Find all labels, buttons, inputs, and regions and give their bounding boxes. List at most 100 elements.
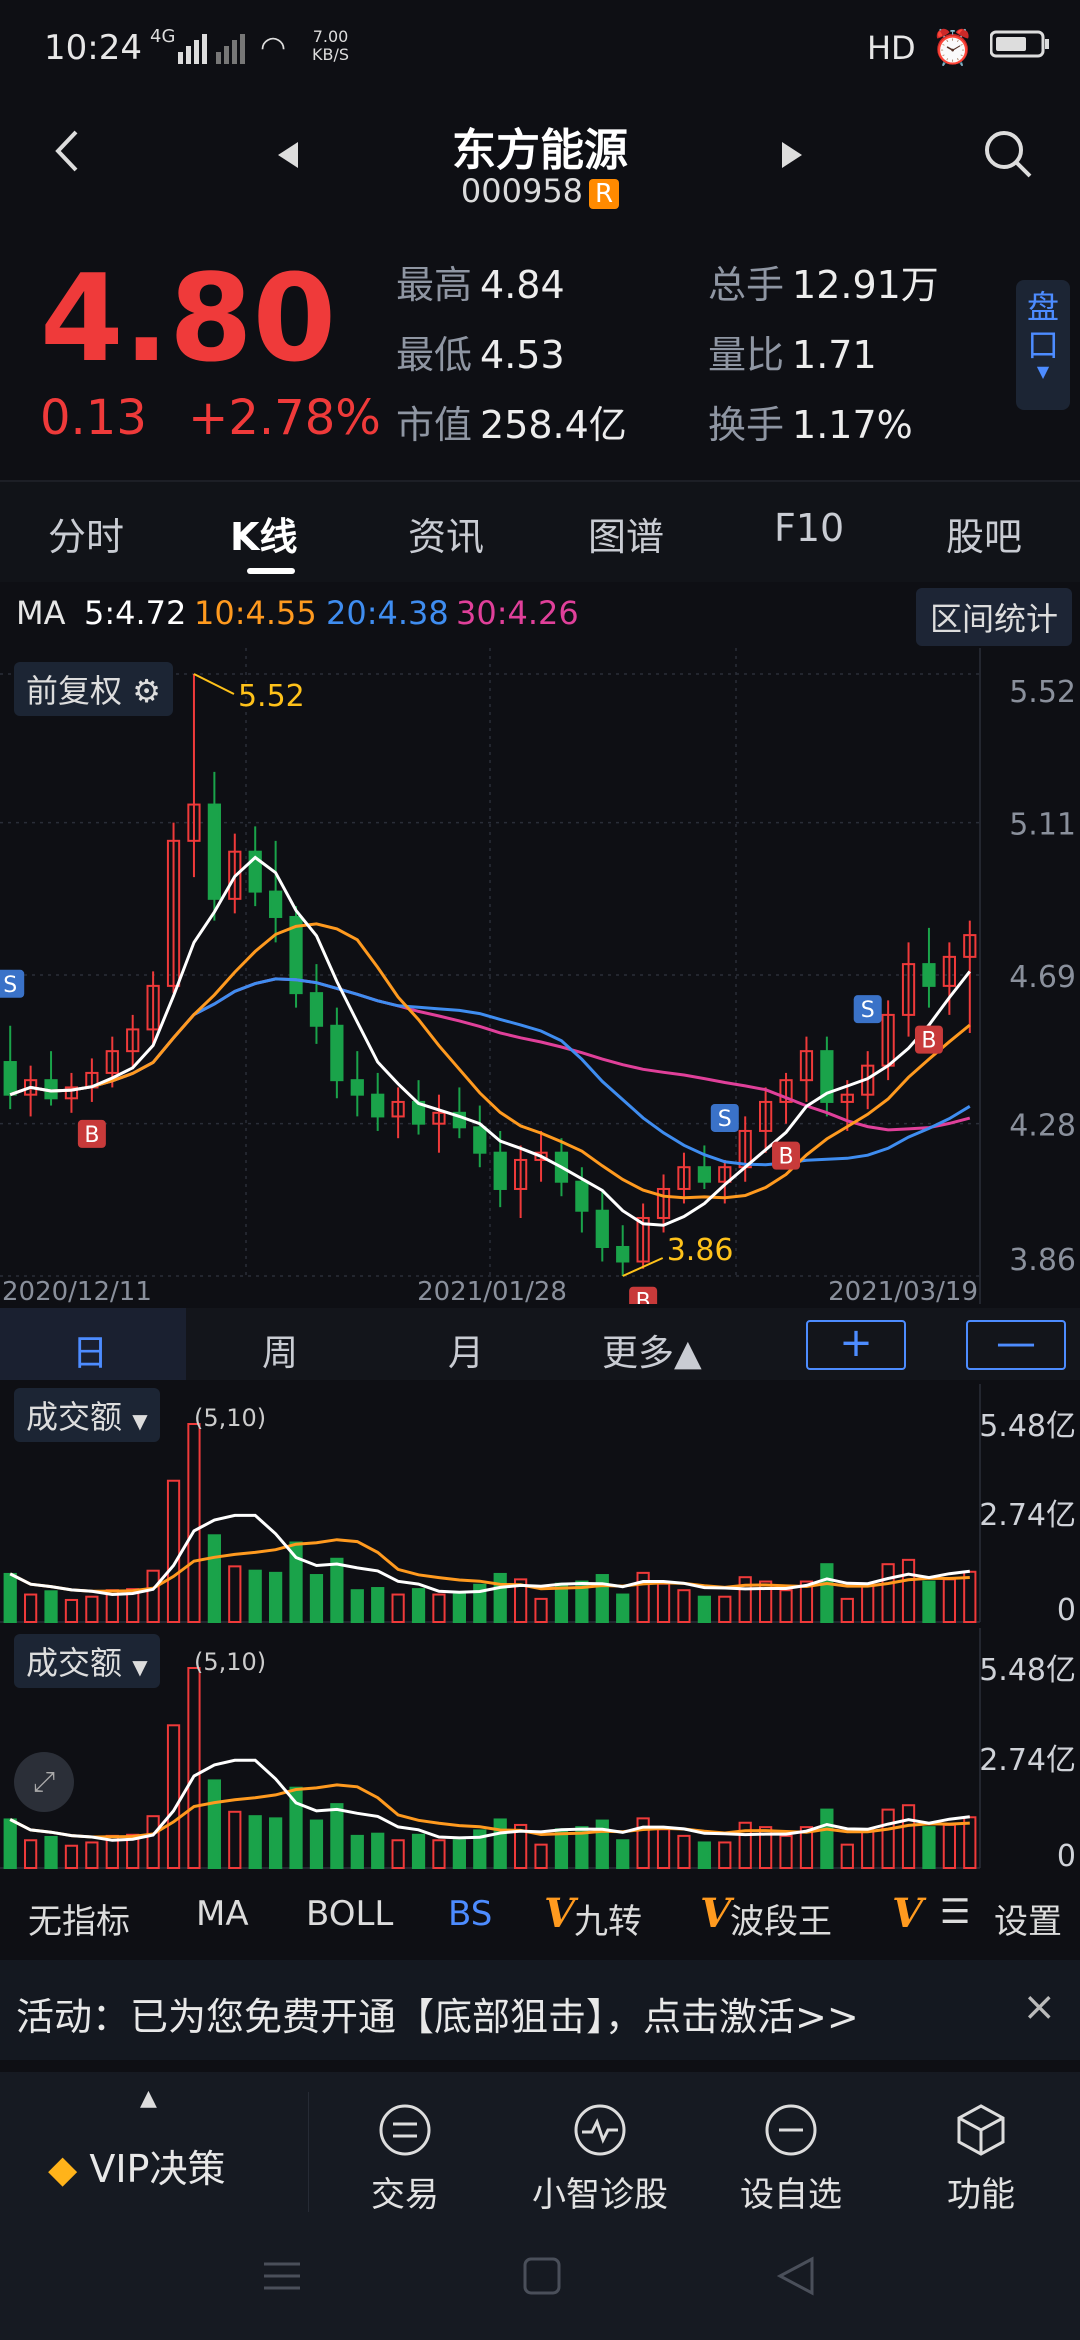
volume-bar xyxy=(187,1667,201,1869)
volume-bar xyxy=(350,1834,364,1869)
volume-bar xyxy=(881,1808,895,1869)
high-pointer xyxy=(193,673,235,695)
volume-bar xyxy=(228,1565,242,1623)
candle xyxy=(371,1093,385,1118)
settings-icon[interactable]: ☰ xyxy=(940,1892,970,1932)
tab-fenshi[interactable]: 分时 xyxy=(48,506,124,561)
stock-name: 东方能源 xyxy=(452,125,628,176)
gear-icon: ⚙ xyxy=(132,672,161,710)
indicator-bs[interactable]: BS xyxy=(448,1894,492,1934)
turnover-field: 换手 1.17% xyxy=(708,394,913,449)
candle xyxy=(473,1126,487,1154)
indicator-none[interactable]: 无指标 xyxy=(28,1894,130,1943)
net-speed: 7.00 KB/S xyxy=(312,28,349,64)
volume-bar xyxy=(616,1593,630,1623)
vol-tick-label: 5.48亿 xyxy=(979,1653,1076,1688)
volume-params-1: (5,10) xyxy=(194,1404,267,1432)
volume-bar xyxy=(942,1578,956,1623)
ma5-value: 5:4.72 xyxy=(84,594,187,632)
volume-bar xyxy=(309,1819,324,1870)
candle xyxy=(595,1209,609,1248)
pankou-label: 盘口 xyxy=(1026,288,1059,364)
search-icon[interactable] xyxy=(982,128,1034,184)
tab-f10[interactable]: F10 xyxy=(774,506,844,550)
y-tick-label: 4.28 xyxy=(1009,1109,1076,1144)
volume-bar xyxy=(64,1598,79,1623)
indicator-boduan[interactable]: 波段王 xyxy=(730,1894,832,1943)
range-stats-button[interactable]: 区间统计 xyxy=(915,588,1072,646)
candle xyxy=(922,963,936,987)
caret-down-icon: ▼ xyxy=(132,1655,148,1679)
volume-label-2: 成交额 xyxy=(26,1644,123,1682)
menu-icon[interactable] xyxy=(262,2256,302,2306)
vol-tick-label: 0 xyxy=(1057,1839,1076,1872)
kline-chart[interactable]: 5.52 5.11 4.69 4.28 3.86 5.52 3.86 2020/12/11 20… xyxy=(0,648,1080,1304)
zoom-out-button[interactable]: — xyxy=(966,1320,1066,1370)
volume-bar xyxy=(595,1574,609,1623)
next-stock-icon[interactable] xyxy=(780,140,804,174)
volume-bar xyxy=(207,1779,221,1869)
volume-bar xyxy=(309,1574,324,1623)
volume-chart-1[interactable]: 5.48亿 2.74亿 0 xyxy=(0,1384,1080,1626)
volume-bar xyxy=(269,1571,283,1623)
indicator-boll[interactable]: BOLL xyxy=(306,1894,393,1934)
indicator-ma[interactable]: MA xyxy=(196,1894,249,1934)
current-price: 4.80 xyxy=(40,250,337,389)
back-nav-icon[interactable] xyxy=(776,2256,816,2306)
activity-banner[interactable]: 活动：已为您免费开通【底部狙击】，点击激活>> × xyxy=(0,1960,1080,2060)
volume-selector-2[interactable]: 成交额 ▼ xyxy=(14,1634,160,1688)
stock-header: 东方能源 000958 R xyxy=(0,110,1080,250)
stock-code: 000958 xyxy=(460,172,584,210)
nav-diagnose[interactable]: 小智诊股 xyxy=(520,2102,680,2216)
period-day[interactable]: 日 xyxy=(72,1324,108,1376)
nav-trade[interactable]: 交易 xyxy=(340,2102,470,2216)
buy-marker-label: B xyxy=(84,1123,99,1148)
volume-bar xyxy=(146,1569,160,1624)
period-more[interactable]: 更多▲ xyxy=(602,1324,702,1376)
adjust-label: 前复权 xyxy=(26,672,123,710)
buy-marker-label: B xyxy=(778,1145,793,1170)
volume-params-2: (5,10) xyxy=(194,1648,267,1676)
volume-chart-2[interactable]: 5.48亿 2.74亿 0 xyxy=(0,1628,1080,1872)
volume-bar xyxy=(697,1841,711,1870)
mcap-label: 市值 xyxy=(396,403,473,447)
ratio-field: 量比 1.71 xyxy=(708,324,877,379)
volume-bar xyxy=(24,1839,38,1869)
nav-trade-label: 交易 xyxy=(371,2175,439,2215)
pankou-button[interactable]: 盘口 ▼ xyxy=(1016,280,1070,410)
tab-news[interactable]: 资讯 xyxy=(408,506,484,561)
nav-functions[interactable]: 功能 xyxy=(916,2102,1046,2216)
volume-bar xyxy=(64,1844,79,1870)
close-icon[interactable]: × xyxy=(1022,1984,1056,2030)
period-week[interactable]: 周 xyxy=(262,1324,298,1376)
nav-vip[interactable]: ◆ VIP决策 xyxy=(48,2138,225,2193)
expand-icon[interactable]: ⤢ xyxy=(14,1752,74,1812)
tab-kline[interactable]: K线 xyxy=(230,506,297,561)
vol-tick-label: 2.74亿 xyxy=(979,1498,1076,1533)
status-time: 10:24 xyxy=(44,28,142,68)
status-right: HD ⏰ xyxy=(867,28,1050,68)
volume-bar xyxy=(718,1841,732,1870)
volume-selector-1[interactable]: 成交额 ▼ xyxy=(14,1388,160,1442)
nav-watchlist[interactable]: 设自选 xyxy=(726,2102,856,2216)
volume-bar xyxy=(779,1589,793,1623)
ma10-value: 10:4.55 xyxy=(194,594,317,632)
indicator-settings[interactable]: 设置 xyxy=(994,1894,1062,1943)
volume-bar xyxy=(452,1839,466,1869)
zoom-in-button[interactable]: + xyxy=(806,1320,906,1370)
period-month[interactable]: 月 xyxy=(448,1324,484,1376)
system-nav xyxy=(0,2222,1080,2340)
adjust-selector[interactable]: 前复权 ⚙ xyxy=(14,662,173,716)
volume-bar xyxy=(840,1597,854,1624)
home-icon[interactable] xyxy=(522,2256,562,2306)
tab-forum[interactable]: 股吧 xyxy=(946,506,1022,561)
caret-up-icon: ▲ xyxy=(140,2086,157,2111)
y-tick-label: 3.86 xyxy=(1009,1243,1076,1278)
y-tick-label: 5.11 xyxy=(1009,808,1076,843)
network-type: 4G xyxy=(150,26,176,47)
signal2-icon xyxy=(216,32,256,68)
indicator-jiuzhuan[interactable]: 九转 xyxy=(574,1894,642,1943)
volume-label: 总手 xyxy=(708,263,785,307)
tab-graph[interactable]: 图谱 xyxy=(588,506,664,561)
volume-bar xyxy=(963,1816,977,1869)
